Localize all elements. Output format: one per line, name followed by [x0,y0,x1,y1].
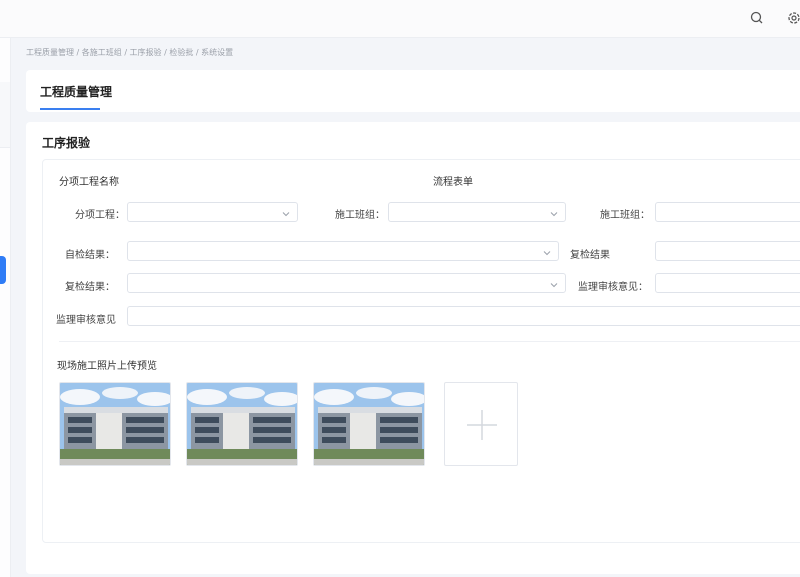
subproject-label: 分项工程： [75,210,125,221]
chevron-down-icon [550,279,558,288]
section-divider [59,341,800,342]
search-icon[interactable] [749,10,765,26]
site-photo[interactable] [186,382,298,466]
subproject-select[interactable] [127,202,298,222]
main-card: 工序报验 分项工程名称 流程表单 分项工程： 施工班组： 施工班组： 自检结果：… [26,122,800,574]
active-tab-underline [40,108,100,110]
form-panel: 分项工程名称 流程表单 分项工程： 施工班组： 施工班组： 自检结果： 复检结果… [42,159,800,543]
subheading-subproject-name: 分项工程名称 [59,177,119,188]
top-bar [0,0,800,38]
chevron-down-icon [550,208,558,217]
team-label-right: 施工班组： [600,210,650,221]
page-title: 工程质量管理 [40,85,113,99]
site-photo[interactable] [313,382,425,466]
supervisor-opinion-field-right[interactable] [655,273,800,293]
supervisor-opinion-field[interactable] [127,306,800,326]
recheck-label: 复检结果： [65,282,115,293]
section-title: 工序报验 [42,136,91,150]
recheck-result-field[interactable] [655,241,800,261]
team-label: 施工班组： [335,210,385,221]
recheck-result-label-right: 复检结果 [570,250,610,261]
sidebar-item[interactable] [0,82,10,148]
recheck-select[interactable] [127,273,566,293]
sidebar-active-indicator [0,256,6,284]
supervisor-opinion-label: 监理审核意见 [56,315,116,326]
site-photo[interactable] [59,382,171,466]
supervisor-opinion-label-right: 监理审核意见： [578,282,648,293]
self-check-select[interactable] [127,241,559,261]
chevron-down-icon [282,208,290,217]
chevron-down-icon [543,247,551,256]
photo-upload-heading: 现场施工照片上传预览 [57,361,157,372]
left-sidebar [0,38,11,577]
breadcrumb[interactable]: 工程质量管理 / 各施工班组 / 工序报验 / 检验批 / 系统设置 [26,47,233,58]
upload-photo-button[interactable] [444,382,518,466]
settings-icon[interactable] [786,10,800,26]
title-card: 工程质量管理 [26,70,800,112]
subheading-process-form: 流程表单 [433,177,473,188]
team-select-right[interactable] [655,202,800,222]
self-check-label: 自检结果： [65,250,115,261]
team-select[interactable] [388,202,566,222]
plus-icon [465,408,499,445]
